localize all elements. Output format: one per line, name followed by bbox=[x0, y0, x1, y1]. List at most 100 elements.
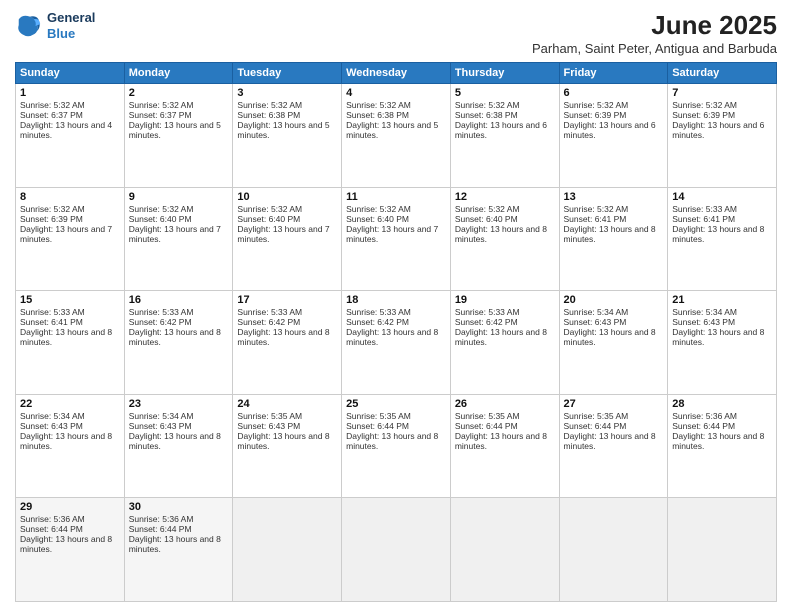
sunset-text: Sunset: 6:37 PM bbox=[129, 110, 229, 120]
sunrise-text: Sunrise: 5:32 AM bbox=[20, 204, 120, 214]
col-monday: Monday bbox=[124, 63, 233, 84]
calendar-table: Sunday Monday Tuesday Wednesday Thursday… bbox=[15, 62, 777, 602]
table-row: 26Sunrise: 5:35 AMSunset: 6:44 PMDayligh… bbox=[450, 394, 559, 498]
logo-line2: Blue bbox=[47, 26, 95, 42]
table-row: 9Sunrise: 5:32 AMSunset: 6:40 PMDaylight… bbox=[124, 187, 233, 291]
col-thursday: Thursday bbox=[450, 63, 559, 84]
sunset-text: Sunset: 6:43 PM bbox=[564, 317, 664, 327]
sunrise-text: Sunrise: 5:33 AM bbox=[346, 307, 446, 317]
sunset-text: Sunset: 6:40 PM bbox=[346, 214, 446, 224]
day-number: 24 bbox=[237, 398, 337, 410]
table-row: 11Sunrise: 5:32 AMSunset: 6:40 PMDayligh… bbox=[342, 187, 451, 291]
table-row: 14Sunrise: 5:33 AMSunset: 6:41 PMDayligh… bbox=[668, 187, 777, 291]
table-row: 8Sunrise: 5:32 AMSunset: 6:39 PMDaylight… bbox=[16, 187, 125, 291]
day-number: 14 bbox=[672, 191, 772, 203]
day-number: 28 bbox=[672, 398, 772, 410]
daylight-text: Daylight: 13 hours and 6 minutes. bbox=[672, 120, 772, 140]
sunrise-text: Sunrise: 5:32 AM bbox=[564, 204, 664, 214]
table-row bbox=[342, 498, 451, 602]
table-row: 21Sunrise: 5:34 AMSunset: 6:43 PMDayligh… bbox=[668, 291, 777, 395]
sunset-text: Sunset: 6:39 PM bbox=[672, 110, 772, 120]
sunrise-text: Sunrise: 5:35 AM bbox=[455, 411, 555, 421]
calendar-week-row: 22Sunrise: 5:34 AMSunset: 6:43 PMDayligh… bbox=[16, 394, 777, 498]
sunset-text: Sunset: 6:43 PM bbox=[20, 421, 120, 431]
logo-text: General Blue bbox=[47, 10, 95, 41]
sunset-text: Sunset: 6:39 PM bbox=[564, 110, 664, 120]
location-title: Parham, Saint Peter, Antigua and Barbuda bbox=[532, 41, 777, 56]
day-number: 18 bbox=[346, 294, 446, 306]
day-number: 2 bbox=[129, 87, 229, 99]
table-row bbox=[559, 498, 668, 602]
sunrise-text: Sunrise: 5:35 AM bbox=[346, 411, 446, 421]
sunrise-text: Sunrise: 5:32 AM bbox=[564, 100, 664, 110]
sunrise-text: Sunrise: 5:32 AM bbox=[346, 100, 446, 110]
table-row bbox=[233, 498, 342, 602]
table-row: 24Sunrise: 5:35 AMSunset: 6:43 PMDayligh… bbox=[233, 394, 342, 498]
table-row: 15Sunrise: 5:33 AMSunset: 6:41 PMDayligh… bbox=[16, 291, 125, 395]
daylight-text: Daylight: 13 hours and 8 minutes. bbox=[20, 534, 120, 554]
daylight-text: Daylight: 13 hours and 5 minutes. bbox=[129, 120, 229, 140]
daylight-text: Daylight: 13 hours and 8 minutes. bbox=[129, 534, 229, 554]
daylight-text: Daylight: 13 hours and 7 minutes. bbox=[237, 224, 337, 244]
sunrise-text: Sunrise: 5:33 AM bbox=[237, 307, 337, 317]
daylight-text: Daylight: 13 hours and 8 minutes. bbox=[129, 431, 229, 451]
col-saturday: Saturday bbox=[668, 63, 777, 84]
table-row: 12Sunrise: 5:32 AMSunset: 6:40 PMDayligh… bbox=[450, 187, 559, 291]
day-number: 3 bbox=[237, 87, 337, 99]
sunset-text: Sunset: 6:44 PM bbox=[346, 421, 446, 431]
daylight-text: Daylight: 13 hours and 8 minutes. bbox=[455, 224, 555, 244]
table-row bbox=[668, 498, 777, 602]
sunset-text: Sunset: 6:43 PM bbox=[237, 421, 337, 431]
sunset-text: Sunset: 6:42 PM bbox=[237, 317, 337, 327]
sunrise-text: Sunrise: 5:32 AM bbox=[455, 204, 555, 214]
calendar-week-row: 15Sunrise: 5:33 AMSunset: 6:41 PMDayligh… bbox=[16, 291, 777, 395]
col-sunday: Sunday bbox=[16, 63, 125, 84]
sunset-text: Sunset: 6:38 PM bbox=[237, 110, 337, 120]
daylight-text: Daylight: 13 hours and 5 minutes. bbox=[346, 120, 446, 140]
sunset-text: Sunset: 6:44 PM bbox=[129, 524, 229, 534]
day-number: 5 bbox=[455, 87, 555, 99]
sunset-text: Sunset: 6:42 PM bbox=[346, 317, 446, 327]
month-title: June 2025 bbox=[532, 10, 777, 41]
sunrise-text: Sunrise: 5:36 AM bbox=[129, 514, 229, 524]
day-number: 1 bbox=[20, 87, 120, 99]
daylight-text: Daylight: 13 hours and 8 minutes. bbox=[237, 327, 337, 347]
sunrise-text: Sunrise: 5:32 AM bbox=[237, 204, 337, 214]
sunset-text: Sunset: 6:44 PM bbox=[564, 421, 664, 431]
daylight-text: Daylight: 13 hours and 8 minutes. bbox=[564, 224, 664, 244]
table-row: 23Sunrise: 5:34 AMSunset: 6:43 PMDayligh… bbox=[124, 394, 233, 498]
daylight-text: Daylight: 13 hours and 7 minutes. bbox=[20, 224, 120, 244]
day-number: 10 bbox=[237, 191, 337, 203]
daylight-text: Daylight: 13 hours and 8 minutes. bbox=[20, 327, 120, 347]
sunset-text: Sunset: 6:40 PM bbox=[129, 214, 229, 224]
daylight-text: Daylight: 13 hours and 6 minutes. bbox=[455, 120, 555, 140]
sunset-text: Sunset: 6:43 PM bbox=[129, 421, 229, 431]
logo: General Blue bbox=[15, 10, 95, 41]
day-number: 17 bbox=[237, 294, 337, 306]
calendar-week-row: 1Sunrise: 5:32 AMSunset: 6:37 PMDaylight… bbox=[16, 84, 777, 188]
sunrise-text: Sunrise: 5:33 AM bbox=[672, 204, 772, 214]
sunrise-text: Sunrise: 5:32 AM bbox=[129, 100, 229, 110]
table-row: 25Sunrise: 5:35 AMSunset: 6:44 PMDayligh… bbox=[342, 394, 451, 498]
daylight-text: Daylight: 13 hours and 8 minutes. bbox=[564, 327, 664, 347]
daylight-text: Daylight: 13 hours and 8 minutes. bbox=[455, 327, 555, 347]
day-number: 4 bbox=[346, 87, 446, 99]
table-row: 2Sunrise: 5:32 AMSunset: 6:37 PMDaylight… bbox=[124, 84, 233, 188]
sunrise-text: Sunrise: 5:34 AM bbox=[672, 307, 772, 317]
sunset-text: Sunset: 6:41 PM bbox=[672, 214, 772, 224]
sunset-text: Sunset: 6:44 PM bbox=[455, 421, 555, 431]
daylight-text: Daylight: 13 hours and 8 minutes. bbox=[564, 431, 664, 451]
sunset-text: Sunset: 6:42 PM bbox=[455, 317, 555, 327]
daylight-text: Daylight: 13 hours and 8 minutes. bbox=[672, 327, 772, 347]
table-row: 18Sunrise: 5:33 AMSunset: 6:42 PMDayligh… bbox=[342, 291, 451, 395]
table-row: 22Sunrise: 5:34 AMSunset: 6:43 PMDayligh… bbox=[16, 394, 125, 498]
sunrise-text: Sunrise: 5:34 AM bbox=[20, 411, 120, 421]
sunset-text: Sunset: 6:44 PM bbox=[20, 524, 120, 534]
sunrise-text: Sunrise: 5:36 AM bbox=[20, 514, 120, 524]
daylight-text: Daylight: 13 hours and 8 minutes. bbox=[346, 327, 446, 347]
header: General Blue June 2025 Parham, Saint Pet… bbox=[15, 10, 777, 56]
table-row: 1Sunrise: 5:32 AMSunset: 6:37 PMDaylight… bbox=[16, 84, 125, 188]
daylight-text: Daylight: 13 hours and 5 minutes. bbox=[237, 120, 337, 140]
day-number: 13 bbox=[564, 191, 664, 203]
day-number: 16 bbox=[129, 294, 229, 306]
